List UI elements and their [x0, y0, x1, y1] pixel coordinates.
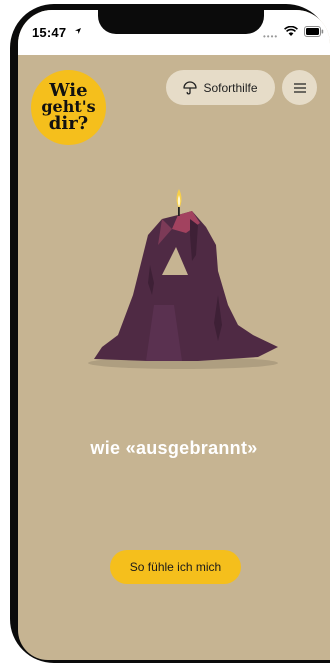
battery-icon	[304, 26, 324, 37]
feeling-cta-button[interactable]: So fühle ich mich	[110, 550, 241, 584]
notch	[98, 10, 264, 34]
menu-icon	[293, 82, 306, 93]
brand-logo[interactable]: Wie geht's dir?	[31, 70, 106, 145]
status-time: 15:47	[32, 25, 67, 40]
wifi-icon	[284, 26, 298, 36]
soforthilfe-button[interactable]: Soforthilfe	[166, 70, 275, 105]
soforthilfe-label: Soforthilfe	[203, 80, 258, 95]
location-arrow-icon	[75, 28, 81, 34]
app-screen: 15:47 •••• Wie geht's dir? Soforthilfe w…	[18, 10, 330, 660]
menu-button[interactable]	[282, 70, 317, 105]
cta-label: So fühle ich mich	[129, 560, 222, 574]
signal-dots-icon: ••••	[263, 32, 279, 41]
umbrella-icon	[183, 80, 198, 94]
melting-candle-illustration	[88, 189, 278, 369]
feeling-headline: wie «ausgebrannt»	[90, 438, 258, 458]
status-bar: 15:47 ••••	[18, 10, 330, 55]
